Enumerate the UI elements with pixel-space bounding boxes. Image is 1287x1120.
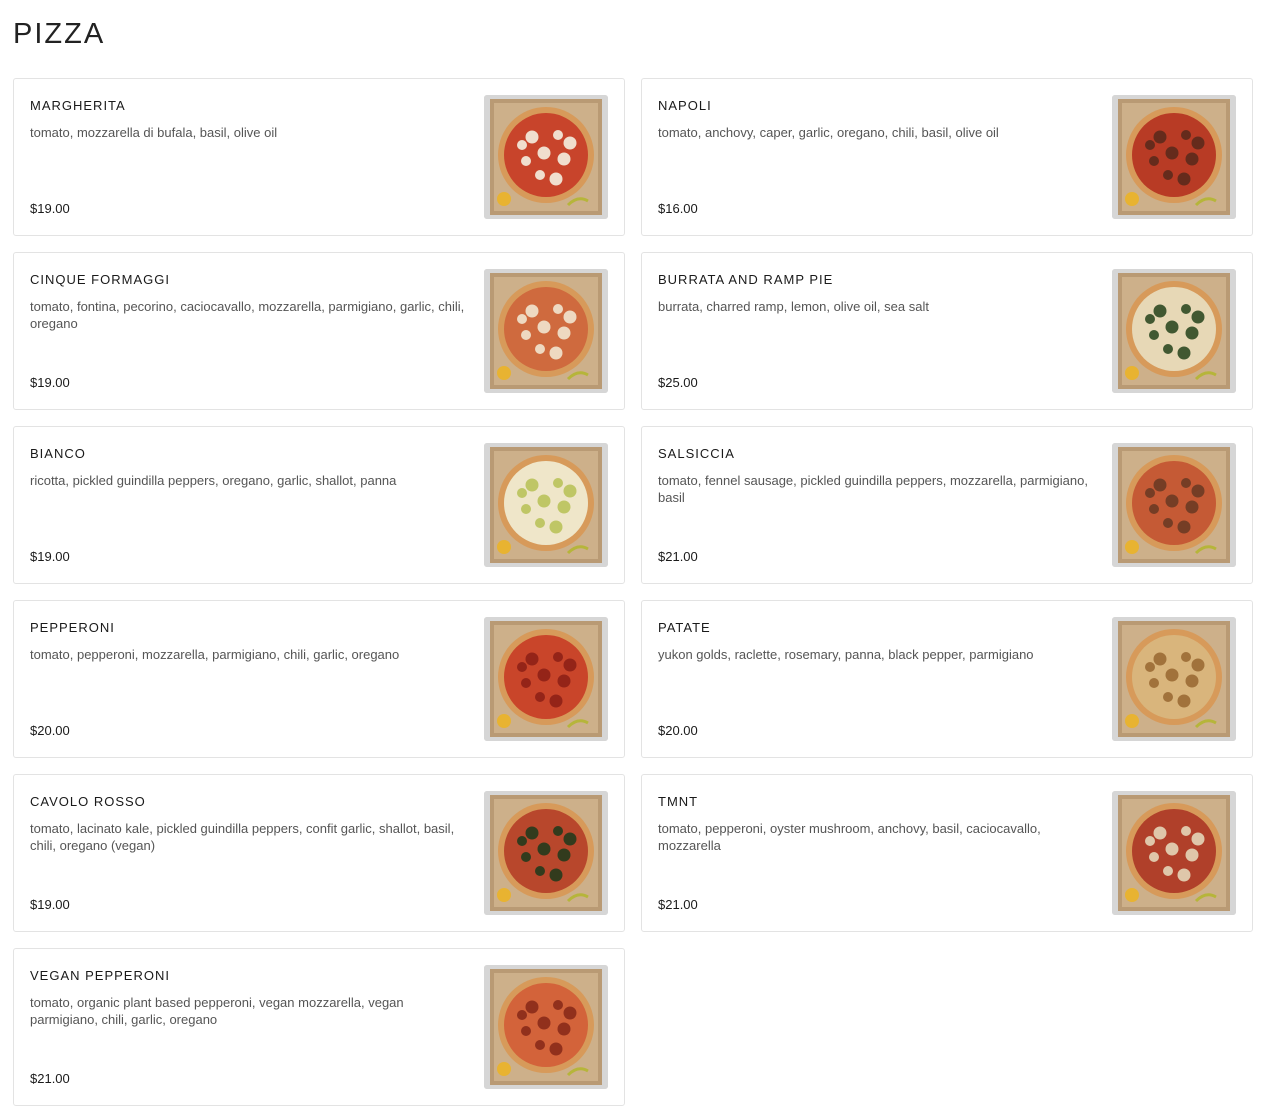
menu-item-card[interactable]: PEPPERONI tomato, pepperoni, mozzarella, … bbox=[13, 600, 625, 758]
item-price: $20.00 bbox=[658, 723, 698, 738]
menu-item-card[interactable]: BURRATA AND RAMP PIE burrata, charred ram… bbox=[641, 252, 1253, 410]
item-name: MARGHERITA bbox=[30, 98, 126, 113]
menu-grid: MARGHERITA tomato, mozzarella di bufala, … bbox=[13, 78, 1253, 1106]
bianco-pizza-image[interactable] bbox=[484, 443, 608, 567]
item-price: $16.00 bbox=[658, 201, 698, 216]
item-name: CAVOLO ROSSO bbox=[30, 794, 146, 809]
menu-item-card[interactable]: CAVOLO ROSSO tomato, lacinato kale, pickl… bbox=[13, 774, 625, 932]
burrata-ramp-pizza-image[interactable] bbox=[1112, 269, 1236, 393]
vegan-pepperoni-pizza-image[interactable] bbox=[484, 965, 608, 1089]
item-name: NAPOLI bbox=[658, 98, 712, 113]
item-price: $19.00 bbox=[30, 375, 70, 390]
item-description: tomato, organic plant based pepperoni, v… bbox=[30, 995, 404, 1027]
salsiccia-pizza-image[interactable] bbox=[1112, 443, 1236, 567]
item-price: $19.00 bbox=[30, 201, 70, 216]
item-name: VEGAN PEPPERONI bbox=[30, 968, 170, 983]
item-description: tomato, mozzarella di bufala, basil, oli… bbox=[30, 125, 278, 140]
menu-item-card[interactable]: NAPOLI tomato, anchovy, caper, garlic, or… bbox=[641, 78, 1253, 236]
item-price: $20.00 bbox=[30, 723, 70, 738]
item-description: yukon golds, raclette, rosemary, panna, … bbox=[658, 647, 1034, 662]
tmnt-pizza-image[interactable] bbox=[1112, 791, 1236, 915]
menu-item-card[interactable]: SALSICCIA tomato, fennel sausage, pickled… bbox=[641, 426, 1253, 584]
item-price: $21.00 bbox=[658, 549, 698, 564]
item-name: PEPPERONI bbox=[30, 620, 115, 635]
menu-item-card[interactable]: CINQUE FORMAGGI tomato, fontina, pecorino… bbox=[13, 252, 625, 410]
item-price: $25.00 bbox=[658, 375, 698, 390]
item-description: tomato, fontina, pecorino, caciocavallo,… bbox=[30, 299, 465, 331]
item-name: TMNT bbox=[658, 794, 699, 809]
item-name: BIANCO bbox=[30, 446, 86, 461]
item-price: $21.00 bbox=[30, 1071, 70, 1086]
item-description: tomato, pepperoni, oyster mushroom, anch… bbox=[658, 821, 1041, 853]
item-price: $21.00 bbox=[658, 897, 698, 912]
item-description: tomato, fennel sausage, pickled guindill… bbox=[658, 473, 1088, 505]
menu-item-card[interactable]: MARGHERITA tomato, mozzarella di bufala, … bbox=[13, 78, 625, 236]
item-price: $19.00 bbox=[30, 549, 70, 564]
cinque-formaggi-pizza-image[interactable] bbox=[484, 269, 608, 393]
item-description: ricotta, pickled guindilla peppers, oreg… bbox=[30, 473, 397, 488]
item-name: BURRATA AND RAMP PIE bbox=[658, 272, 834, 287]
item-description: tomato, pepperoni, mozzarella, parmigian… bbox=[30, 647, 400, 662]
item-description: tomato, lacinato kale, pickled guindilla… bbox=[30, 821, 455, 853]
menu-item-card[interactable]: BIANCO ricotta, pickled guindilla peppers… bbox=[13, 426, 625, 584]
item-description: tomato, anchovy, caper, garlic, oregano,… bbox=[658, 125, 999, 140]
item-price: $19.00 bbox=[30, 897, 70, 912]
item-name: CINQUE FORMAGGI bbox=[30, 272, 170, 287]
patate-pizza-image[interactable] bbox=[1112, 617, 1236, 741]
menu-item-card[interactable]: PATATE yukon golds, raclette, rosemary, p… bbox=[641, 600, 1253, 758]
page-title: PIZZA bbox=[13, 18, 106, 50]
napoli-pizza-image[interactable] bbox=[1112, 95, 1236, 219]
item-name: PATATE bbox=[658, 620, 711, 635]
item-description: burrata, charred ramp, lemon, olive oil,… bbox=[658, 299, 929, 314]
margherita-pizza-image[interactable] bbox=[484, 95, 608, 219]
item-name: SALSICCIA bbox=[658, 446, 735, 461]
menu-item-card[interactable]: VEGAN PEPPERONI tomato, organic plant bas… bbox=[13, 948, 625, 1106]
pepperoni-pizza-image[interactable] bbox=[484, 617, 608, 741]
menu-item-card[interactable]: TMNT tomato, pepperoni, oyster mushroom, … bbox=[641, 774, 1253, 932]
cavolo-rosso-pizza-image[interactable] bbox=[484, 791, 608, 915]
